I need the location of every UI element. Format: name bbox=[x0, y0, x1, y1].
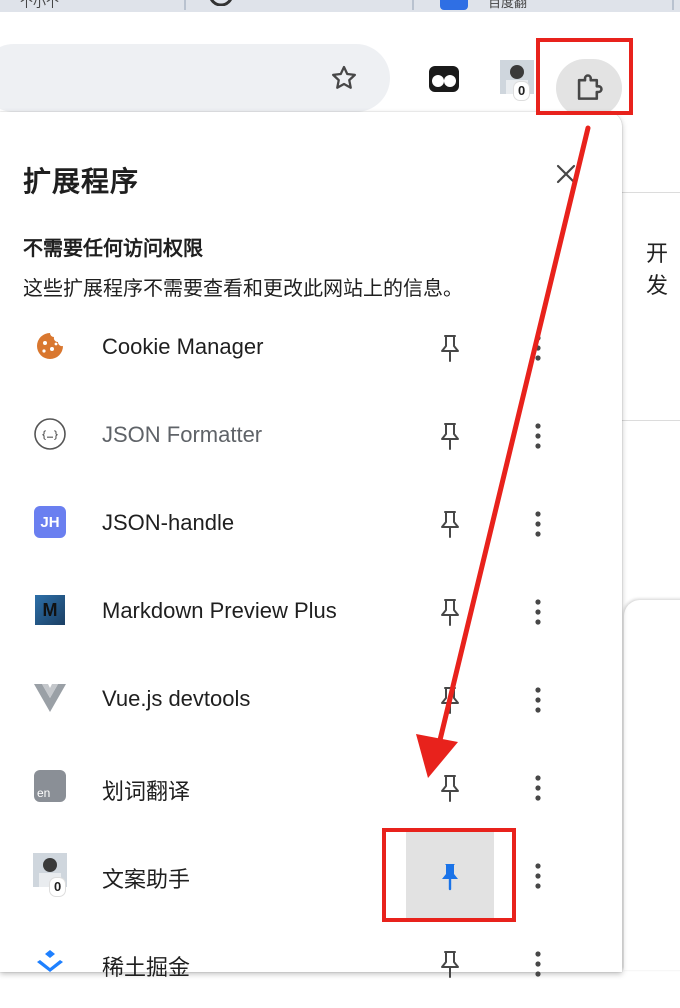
annotation-arrow bbox=[416, 125, 591, 778]
